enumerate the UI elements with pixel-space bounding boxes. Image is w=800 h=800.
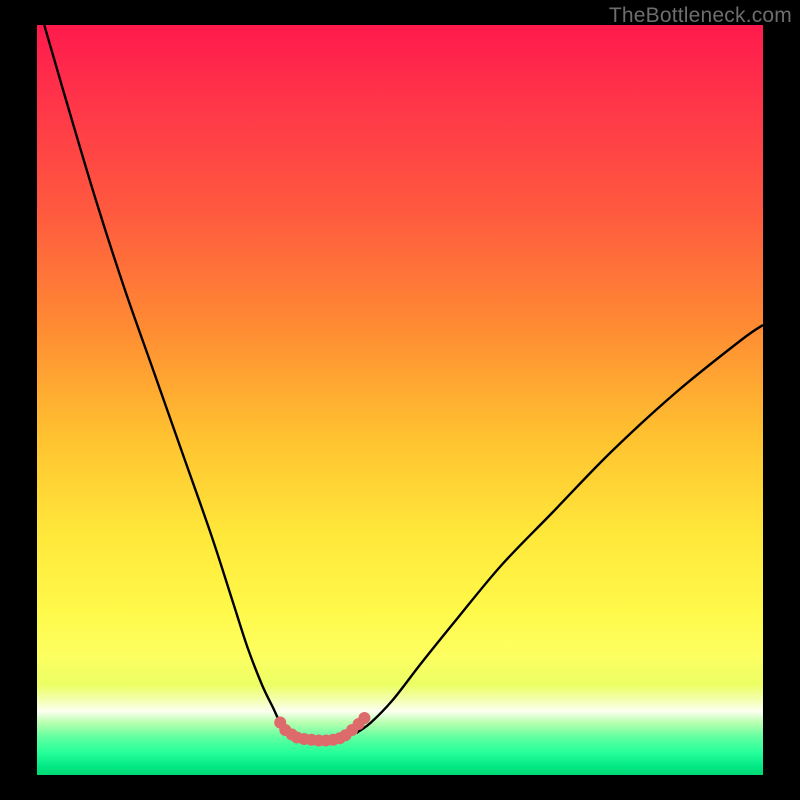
curve-left-branch — [44, 25, 294, 736]
curve-right-branch — [356, 325, 763, 733]
marker-dot — [358, 712, 370, 724]
chart-plot-area — [37, 25, 763, 775]
watermark-text: TheBottleneck.com — [609, 4, 792, 28]
chart-svg — [37, 25, 763, 775]
chart-frame: TheBottleneck.com — [0, 0, 800, 800]
marker-cluster — [274, 712, 370, 747]
